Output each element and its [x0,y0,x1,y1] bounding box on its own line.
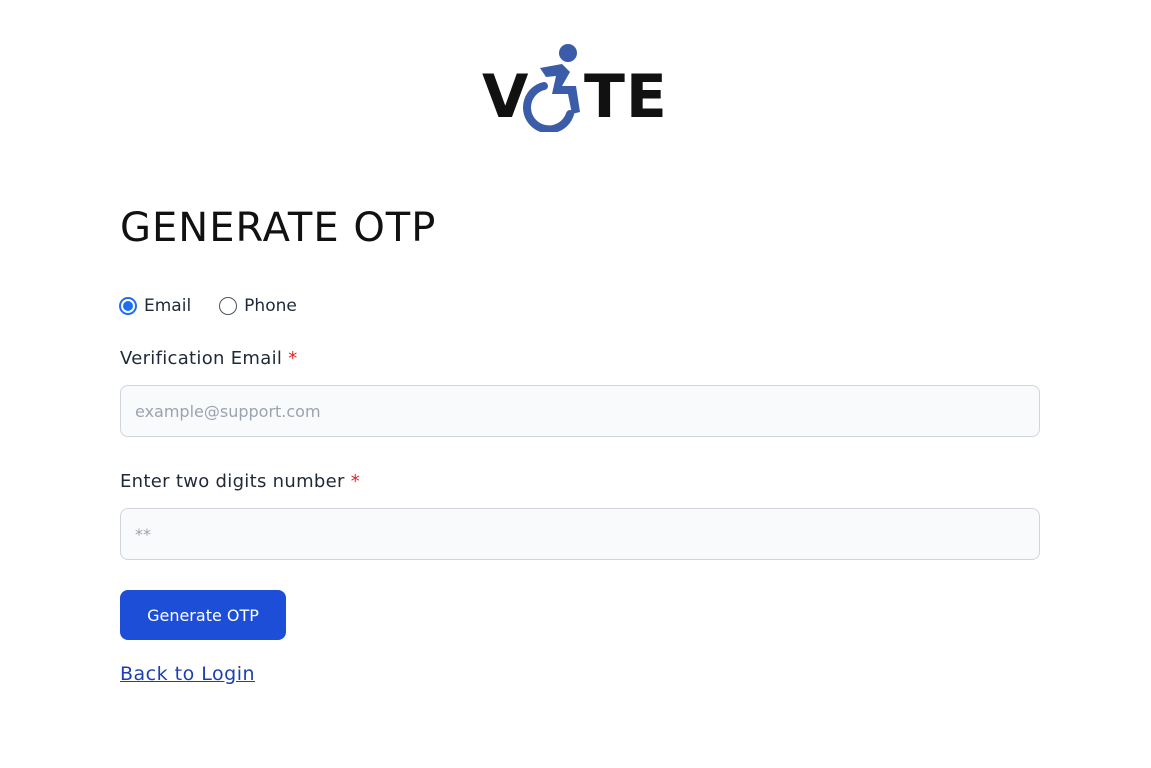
radio-option-email[interactable]: Email [119,296,191,316]
required-marker: * [350,471,361,492]
radio-option-phone[interactable]: Phone [219,296,297,316]
verification-email-input[interactable] [120,385,1040,437]
email-radio-label: Email [144,296,192,316]
email-radio-button[interactable] [119,297,137,315]
vote-logo: V TE [478,40,688,132]
digits-field-label: Enter two digits number * [120,471,360,492]
page-title: GENERATE OTP [120,205,437,251]
email-label-text: Verification Email [120,348,283,369]
phone-radio-button[interactable] [219,297,238,315]
email-field-label: Verification Email * [120,348,298,369]
back-to-login-link[interactable]: Back to Login [120,663,255,685]
two-digits-input[interactable] [120,508,1040,560]
phone-radio-label: Phone [244,296,297,316]
generate-otp-button[interactable]: Generate OTP [120,590,286,640]
otp-method-radio-group: Email Phone [119,296,325,316]
required-marker: * [288,348,298,369]
digits-label-text: Enter two digits number [120,471,345,492]
accessibility-wheelchair-icon [523,44,580,132]
logo-text-te: TE [584,62,668,132]
